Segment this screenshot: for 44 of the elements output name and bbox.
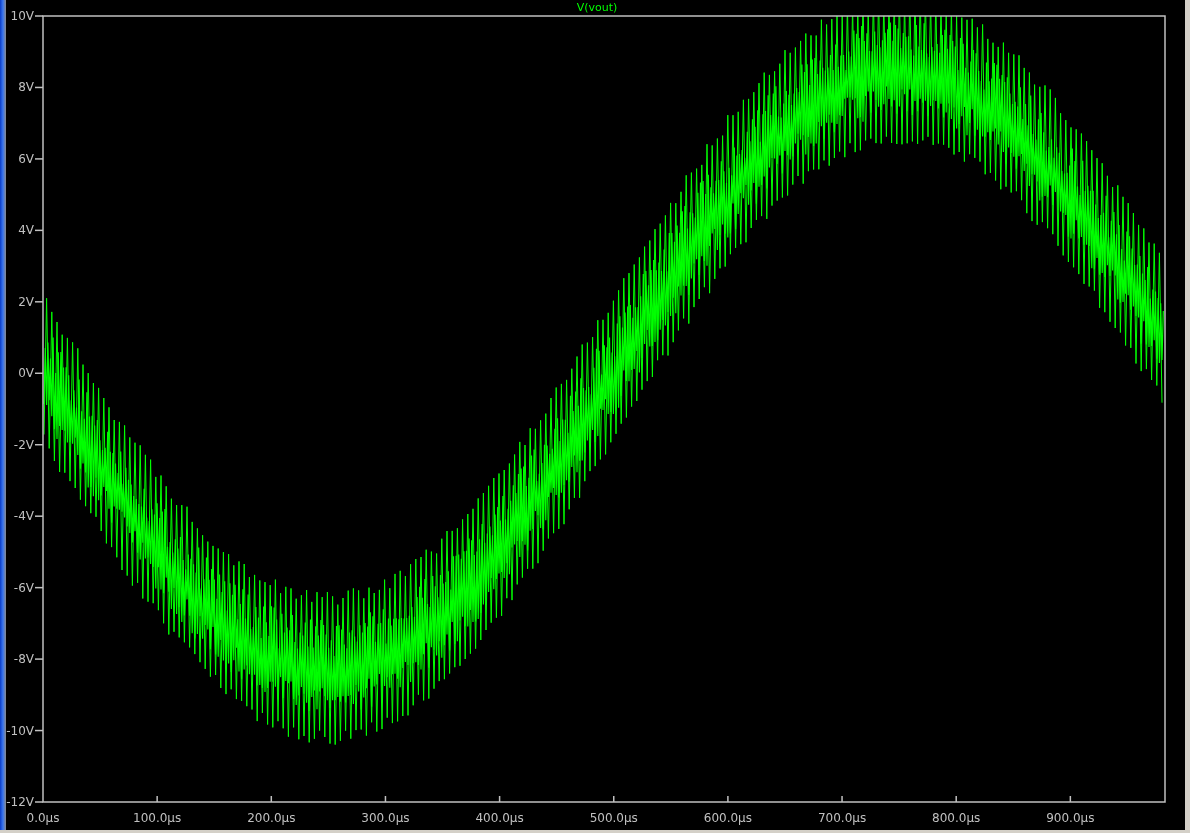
axis-label: -2V [13,437,34,452]
axis-label: 600.0µs [703,811,753,825]
tick-mark [34,658,44,660]
axis-label: 4V [18,223,34,238]
tick-mark [34,372,44,374]
tick-mark [34,515,44,517]
axis-label: 8V [18,80,34,95]
trace-title[interactable]: V(vout) [576,1,618,14]
tick-mark [1069,795,1072,803]
tick-mark [270,795,273,803]
tick-mark [841,795,843,803]
axis-label: -10V [6,723,34,738]
tick-mark [34,301,44,303]
axis-label: -12V [6,795,34,809]
tick-mark [34,158,44,160]
axis-label: 700.0µs [817,811,867,825]
tick-mark [384,795,387,803]
tick-mark [156,795,158,803]
axis-label: 6V [18,151,34,166]
axis-label: 400.0µs [475,811,524,825]
tick-mark [34,86,44,89]
tick-mark [34,729,44,732]
axis-label: 200.0µs [247,811,296,825]
axis-label: 900.0µs [1046,811,1095,825]
axis-label: -6V [13,580,34,595]
tick-mark [34,801,44,803]
axis-label: 500.0µs [589,811,638,825]
axis-label: -8V [13,652,34,667]
axis-label: 2V [18,294,34,309]
tick-mark [34,444,44,446]
tick-mark [727,795,729,803]
axis-label: 0V [18,366,34,381]
tick-mark [34,15,44,17]
axis-label: 0.0µs [26,811,60,825]
axis-label: -4V [13,509,34,524]
tick-mark [34,586,44,589]
tick-mark [498,795,501,803]
axis-label: 800.0µs [932,811,981,825]
tick-mark [613,795,615,803]
axis-label: 10V [10,9,34,23]
tick-mark [34,229,44,232]
axis-label: 300.0µs [361,811,410,825]
tick-mark [955,795,957,803]
axis-label: 100.0µs [133,811,182,825]
